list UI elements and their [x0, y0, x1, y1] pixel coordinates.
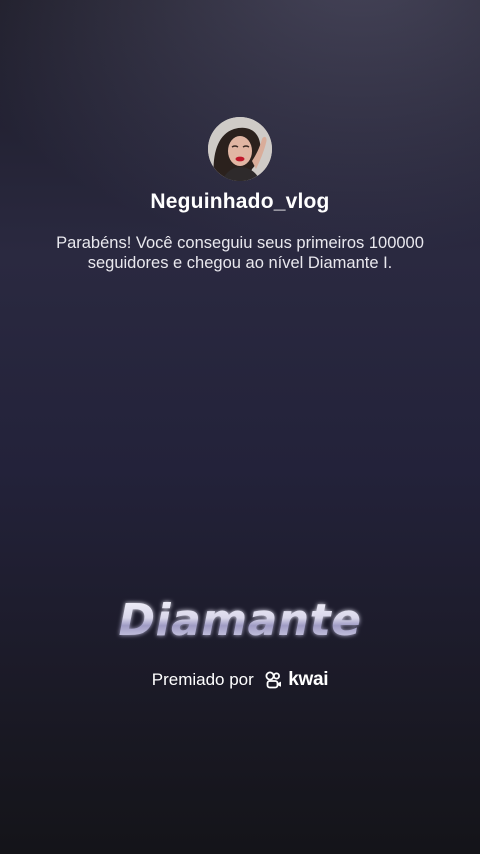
kwai-brand-name: kwai — [288, 669, 329, 690]
level-name-text: Diamante — [118, 595, 361, 646]
award-line: Premiado por kwai — [0, 669, 480, 691]
profile-photo — [208, 117, 272, 181]
level-name-graphic: Diamante — [118, 595, 361, 646]
level-title: Diamante — [0, 587, 480, 656]
kwai-logo-icon — [265, 671, 281, 689]
congratulations-message: Parabéns! Você conseguiu seus primeiros … — [56, 234, 424, 272]
award-prefix: Premiado por — [151, 670, 254, 689]
avatar[interactable] — [208, 117, 272, 181]
kwai-logo: kwai — [265, 669, 329, 691]
username: Neguinhado_vlog — [150, 190, 330, 213]
